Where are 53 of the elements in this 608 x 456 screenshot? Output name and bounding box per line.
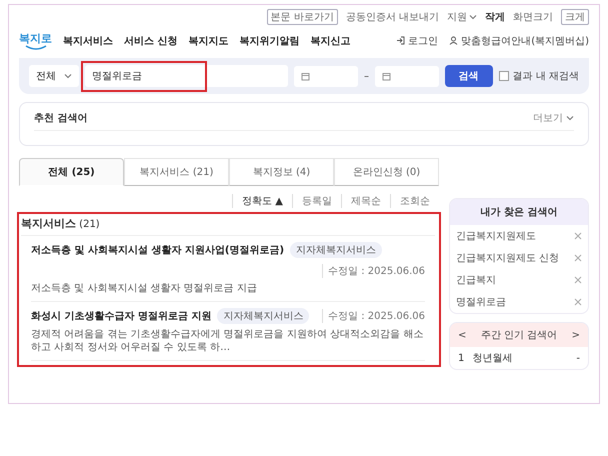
result-title[interactable]: 저소득층 및 사회복지시설 생활자 지원사업(명절위로금) xyxy=(31,243,284,257)
scope-select[interactable]: 전체 xyxy=(29,65,79,87)
search-button[interactable]: 검색 xyxy=(444,65,493,87)
utility-dropdown[interactable]: 지원 xyxy=(447,10,477,24)
sort-option[interactable]: 등록일 xyxy=(292,194,341,208)
result-title[interactable]: 화성시 기초생활수급자 명절위로금 지원 xyxy=(31,309,212,323)
nav-menu-item[interactable]: 복지지도 xyxy=(188,34,228,48)
card-title: 주간 인기 검색어 xyxy=(480,329,558,342)
checkbox-label: 결과 내 재검색 xyxy=(512,70,579,83)
nav-menu-item[interactable]: 복지서비스 xyxy=(63,34,113,48)
result-tab[interactable]: 온라인신청 (0) xyxy=(334,158,439,186)
recent-search-term[interactable]: 긴급복지지원제도 xyxy=(456,229,536,243)
result-summary: 경제적 어려움을 겪는 기초생활수급자에게 명절위로금을 지원하여 상대적소외감을 해소하고 사회적 정서와 어우러질 수 있도록 하… xyxy=(31,328,424,354)
sort-option[interactable]: 제목순 xyxy=(341,194,390,208)
utility-label: 지원 xyxy=(447,11,467,24)
nav-menu-item[interactable]: 서비스 신청 xyxy=(124,34,178,48)
nav-menu-item[interactable]: 복지신고 xyxy=(310,34,350,48)
recent-search-term[interactable]: 명절위로금 xyxy=(456,295,506,309)
card-title: 내가 찾은 검색어 xyxy=(450,199,588,225)
sort-option[interactable]: 조회순 xyxy=(390,194,439,208)
recent-search-term[interactable]: 긴급복지 xyxy=(456,273,496,287)
previous-button[interactable]: < xyxy=(458,330,466,340)
utility-link[interactable]: 본문 바로가기 xyxy=(266,9,338,25)
utility-link[interactable]: 공동인증서 내보내기 xyxy=(346,10,439,24)
logo-text: 복지로 xyxy=(19,31,52,46)
category-tag: 지자체복지서비스 xyxy=(290,242,382,258)
rank-number: 1 xyxy=(458,352,464,364)
recent-search-term[interactable]: 긴급복지지원제도 신청 xyxy=(456,251,560,265)
select-value: 전체 xyxy=(36,70,56,83)
modified-date: 수정일 : 2025.06.06 xyxy=(322,309,425,323)
utility-link[interactable]: 작게 xyxy=(485,10,505,24)
more-link[interactable]: 더보기 xyxy=(533,111,574,125)
utility-link[interactable]: 크게 xyxy=(561,9,589,25)
result-summary: 저소득층 및 사회복지시설 생활자 명절위로금 지급 xyxy=(31,282,258,295)
next-button[interactable]: > xyxy=(572,330,580,340)
sort-option[interactable]: 정확도 ▲ xyxy=(232,194,292,208)
utility-link[interactable]: 화면크기 xyxy=(513,10,553,24)
result-tab[interactable]: 전체 (25) xyxy=(19,158,124,186)
category-tag: 지자체복지서비스 xyxy=(217,308,310,324)
results-heading: 복지서비스 (21) xyxy=(21,216,101,231)
rank-change: - xyxy=(576,352,580,364)
more-label: 더보기 xyxy=(533,112,563,125)
result-tab[interactable]: 복지정보 (4) xyxy=(229,158,334,186)
nav-menu-item[interactable]: 복지위기알림 xyxy=(239,34,300,48)
popular-search-term[interactable]: 청년월세 xyxy=(472,351,512,365)
section-title: 추천 검색어 xyxy=(34,112,88,125)
refine-checkbox[interactable]: 결과 내 재검색 xyxy=(498,69,579,83)
membership-link[interactable]: 맞춤형급여안내(복지멤버십) xyxy=(449,34,589,48)
login-link[interactable]: 로그인 xyxy=(396,34,438,48)
modified-date: 수정일 : 2025.06.06 xyxy=(322,264,425,278)
result-tab[interactable]: 복지서비스 (21) xyxy=(124,158,229,186)
site-logo[interactable]: 복지로 xyxy=(19,31,52,50)
search-field[interactable]: 명절위로금 xyxy=(85,65,288,87)
